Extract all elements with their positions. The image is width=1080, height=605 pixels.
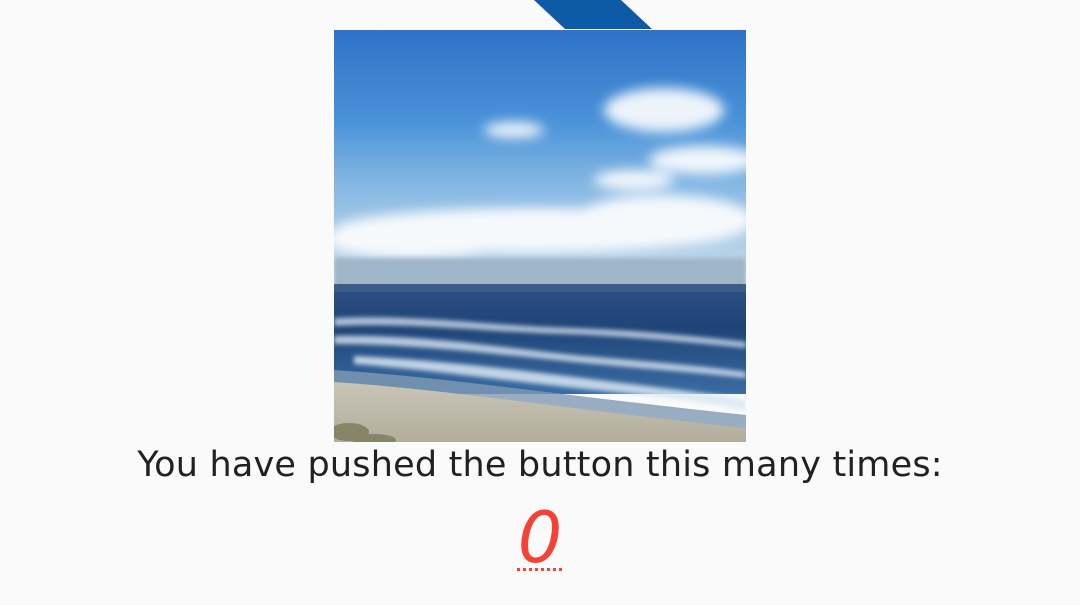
app-screen: You have pushed the button this many tim… (0, 0, 1080, 605)
counter-value-wrapper: 0 (0, 498, 1080, 578)
counter-value: 0 (517, 497, 563, 579)
push-count-label: You have pushed the button this many tim… (137, 445, 943, 485)
blue-banner-shape (534, 0, 652, 29)
beach-photo (334, 30, 746, 442)
